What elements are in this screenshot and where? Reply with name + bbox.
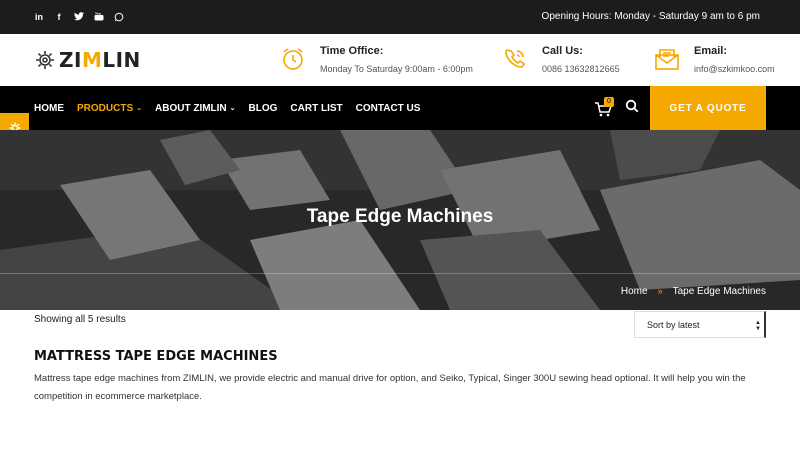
nav-item-blog[interactable]: BLOG <box>249 103 278 114</box>
results-count: Showing all 5 results <box>34 314 126 325</box>
chevron-down-icon: ⌄ <box>136 105 142 112</box>
category-description: Mattress tape edge machines from ZIMLIN,… <box>34 373 746 402</box>
nav-item-home[interactable]: HOME <box>34 103 64 114</box>
gear-logo-icon <box>36 51 54 69</box>
call-us-text[interactable]: 0086 13632812665 <box>542 64 620 74</box>
call-us-title: Call Us: <box>542 45 583 57</box>
call-us-block: Call Us: 0086 13632812665 <box>502 44 620 74</box>
page-title: Tape Edge Machines <box>306 206 494 227</box>
banner-divider <box>0 273 800 274</box>
twitter-icon[interactable] <box>74 11 84 22</box>
get-quote-button[interactable]: GET A QUOTE <box>650 86 766 130</box>
opening-hours: Opening Hours: Monday - Saturday 9 am to… <box>541 11 760 22</box>
site-header: ZIMLIN Time Office: Monday To Saturday 9… <box>0 34 800 86</box>
breadcrumb-home[interactable]: Home <box>621 286 648 297</box>
time-office-text: Monday To Saturday 9:00am - 6:00pm <box>320 64 473 74</box>
breadcrumb: Home » Tape Edge Machines <box>621 286 766 297</box>
cart-count-badge: 0 <box>604 97 614 107</box>
social-links: in f You <box>34 11 124 22</box>
chevron-down-icon: ⌄ <box>229 105 236 112</box>
nav-item-products[interactable]: PRODUCTS ⌄ <box>77 103 142 114</box>
logo-text: ZIMLIN <box>59 48 141 72</box>
nav-item-about[interactable]: ABOUT ZIMLIN ⌄ <box>155 103 236 114</box>
sort-arrows-icon: ▲ ▼ <box>755 320 761 332</box>
svg-text:You: You <box>94 12 101 16</box>
sort-value: Sort by latest <box>647 319 700 330</box>
whatsapp-icon[interactable] <box>114 11 124 22</box>
nav-item-contact[interactable]: CONTACT US <box>356 103 421 114</box>
alarm-clock-icon <box>283 48 303 70</box>
youtube-icon[interactable]: You <box>94 11 104 22</box>
email-title: Email: <box>694 45 728 57</box>
email-block: Email: info@szkimkoo.com <box>654 44 775 74</box>
site-logo[interactable]: ZIMLIN <box>34 48 141 72</box>
time-office-title: Time Office: <box>320 45 384 57</box>
breadcrumb-separator: » <box>657 286 663 296</box>
email-text[interactable]: info@szkimkoo.com <box>694 64 775 74</box>
breadcrumb-current: Tape Edge Machines <box>672 286 766 297</box>
top-bar: in f You Opening Hours: Monday - Saturda… <box>0 0 800 34</box>
mail-icon <box>655 49 679 70</box>
linkedin-icon[interactable]: in <box>34 11 44 22</box>
sort-select[interactable]: Sort by latest ▲ ▼ <box>634 311 766 338</box>
phone-icon <box>505 49 526 68</box>
category-title: MATTRESS TAPE EDGE MACHINES <box>34 349 278 364</box>
nav-menu: HOME PRODUCTS ⌄ ABOUT ZIMLIN ⌄ BLOG CART L… <box>34 86 420 130</box>
page-banner: Tape Edge Machines <box>0 130 800 310</box>
search-icon[interactable] <box>625 99 639 113</box>
facebook-icon[interactable]: f <box>54 11 64 22</box>
nav-item-cart-list[interactable]: CART LIST <box>290 103 342 114</box>
time-office-block: Time Office: Monday To Saturday 9:00am -… <box>280 44 473 74</box>
